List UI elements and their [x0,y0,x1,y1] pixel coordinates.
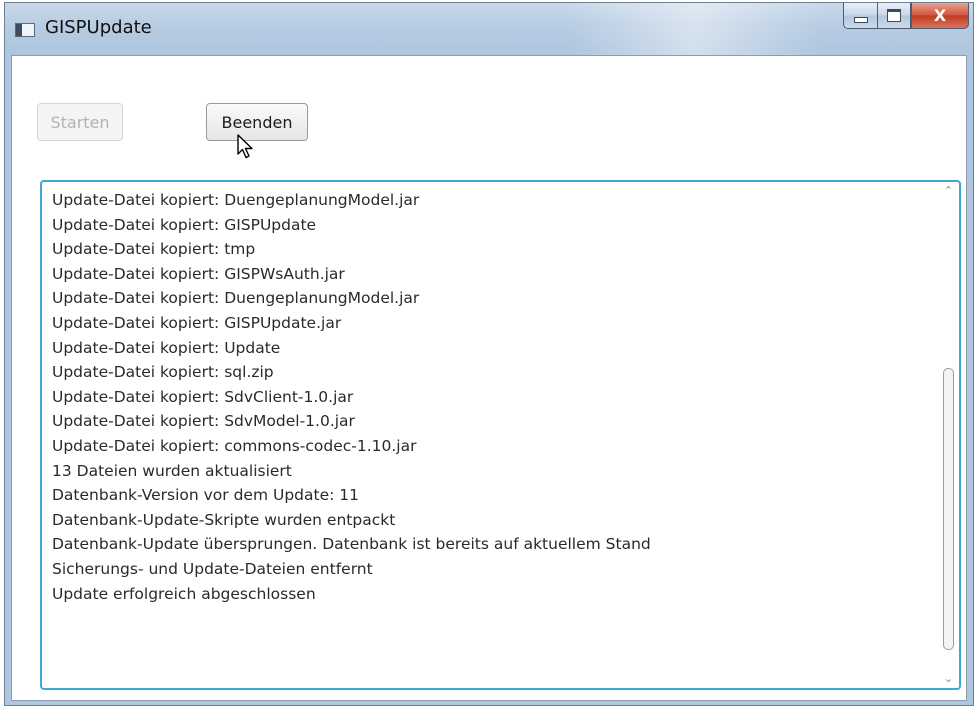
log-line: Update erfolgreich abgeschlossen [52,584,316,603]
close-button[interactable]: X [911,3,969,29]
log-line: Update-Datei kopiert: GISPUpdate.jar [52,313,342,332]
log-line: Update-Datei kopiert: SdvClient-1.0.jar [52,387,354,406]
scroll-thumb[interactable] [943,368,954,650]
log-textarea[interactable]: Update-Datei kopiert: DuengeplanungModel… [40,180,961,690]
window-title: GISPUpdate [45,17,152,38]
log-line: Update-Datei kopiert: commons-codec-1.10… [52,436,417,455]
log-line: Update-Datei kopiert: tmp [52,240,256,259]
start-button[interactable]: Starten [37,103,123,141]
caption-buttons: X [843,3,969,31]
minimize-button[interactable] [843,3,877,29]
log-line: Datenbank-Update übersprungen. Datenbank… [52,535,651,554]
log-line: Update-Datei kopiert: DuengeplanungModel… [52,191,420,209]
title-bar[interactable]: GISPUpdate X [5,3,973,55]
vertical-scrollbar[interactable]: ⌃ ⌄ [940,184,957,686]
scroll-down-icon[interactable]: ⌄ [943,673,954,684]
log-line: Sicherungs- und Update-Dateien entfernt [52,559,373,578]
scroll-up-icon[interactable]: ⌃ [943,185,954,196]
log-line: Update-Datei kopiert: DuengeplanungModel… [52,289,420,308]
log-line: Update-Datei kopiert: Update [52,338,281,357]
minimize-icon [853,16,868,23]
close-icon: X [933,6,947,25]
log-lines: Update-Datei kopiert: DuengeplanungModel… [52,188,935,606]
app-icon [15,23,35,37]
log-line: Update-Datei kopiert: GISPWsAuth.jar [52,264,345,283]
maximize-icon [887,9,901,22]
maximize-button[interactable] [877,3,911,29]
arrow-cursor-icon [237,134,253,159]
log-line: Update-Datei kopiert: SdvModel-1.0.jar [52,412,355,431]
log-line: 13 Dateien wurden aktualisiert [52,461,292,480]
log-line: Update-Datei kopiert: GISPUpdate [52,215,317,234]
log-line: Datenbank-Version vor dem Update: 11 [52,486,359,505]
client-area: Starten Beenden Update-Datei kopiert: Du… [11,55,967,701]
log-line: Datenbank-Update-Skripte wurden entpackt [52,510,396,529]
log-line: Update-Datei kopiert: sql.zip [52,363,274,382]
app-window: GISPUpdate X Starten Beenden Update-Date… [4,2,974,706]
